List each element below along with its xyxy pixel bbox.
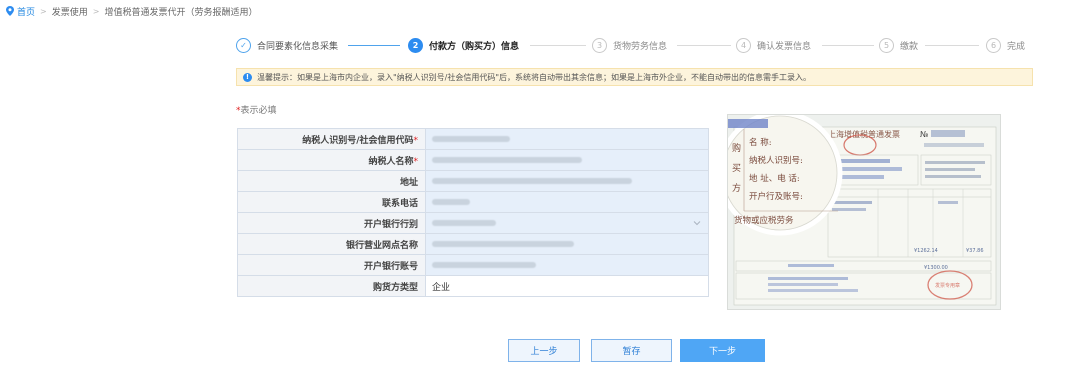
invoice-sample-image: 上海增值税普通发票 № ¥1262.14 ¥37.86 ¥1300.00 发票专… bbox=[727, 114, 1001, 310]
breadcrumb-separator-icon: > bbox=[40, 6, 47, 16]
invoice-title: 上海增值税普通发票 bbox=[828, 129, 900, 139]
step-label: 完成 bbox=[1007, 41, 1026, 52]
location-pin-icon bbox=[6, 6, 14, 16]
phone-field[interactable] bbox=[425, 191, 709, 213]
step-complete: 6 完成 bbox=[986, 36, 1025, 54]
form-row-bank-account: 开户银行账号 bbox=[237, 254, 709, 276]
bank-branch-field[interactable] bbox=[425, 233, 709, 255]
step-connector bbox=[677, 45, 731, 46]
chevron-down-icon bbox=[693, 221, 701, 226]
tax-id-field[interactable] bbox=[425, 128, 709, 150]
notice-bar: ! 温馨提示：如果是上海市内企业，录入"纳税人识别号/社会信用代码"后，系统将自… bbox=[236, 68, 1033, 86]
step-progress: ✓ 合同要素化信息采集 2 付款方（购买方）信息 3 货物劳务信息 4 确认发票… bbox=[236, 36, 1036, 54]
step-number: 3 bbox=[592, 37, 607, 53]
step-label: 货物劳务信息 bbox=[613, 41, 668, 52]
zoom-buyer-char-1: 购 bbox=[732, 142, 741, 154]
form-row-tax-id: 纳税人识别号/社会信用代码* bbox=[237, 128, 709, 150]
field-label: 开户银行账号 bbox=[237, 254, 426, 276]
zoom-line-account: 开户行及账号: bbox=[749, 191, 803, 202]
bank-type-select[interactable] bbox=[425, 212, 709, 234]
form-row-buyer-type: 购货方类型 企业 bbox=[237, 275, 709, 297]
buyer-type-value: 企业 bbox=[425, 275, 709, 297]
grand-total: ¥1300.00 bbox=[924, 265, 948, 271]
tax-total: ¥37.86 bbox=[966, 248, 984, 254]
notice-text: 温馨提示：如果是上海市内企业，录入"纳税人识别号/社会信用代码"后，系统将自动带… bbox=[257, 72, 812, 82]
address-field[interactable] bbox=[425, 170, 709, 192]
zoom-buyer-char-3: 方 bbox=[732, 182, 741, 194]
form-row-bank-branch: 银行营业网点名称 bbox=[237, 233, 709, 255]
invoice-illustration: 上海增值税普通发票 № ¥1262.14 ¥37.86 ¥1300.00 发票专… bbox=[728, 115, 1000, 309]
save-draft-button[interactable]: 暂存 bbox=[591, 339, 672, 362]
seller-seal-text: 发票专用章 bbox=[935, 282, 960, 289]
form-row-phone: 联系电话 bbox=[237, 191, 709, 213]
step-contract-info: ✓ 合同要素化信息采集 bbox=[236, 36, 338, 54]
step-label: 确认发票信息 bbox=[757, 41, 812, 52]
required-field-note: *表示必填 bbox=[236, 106, 277, 116]
field-label: 购货方类型 bbox=[237, 275, 426, 297]
zoom-line-taxid: 纳税人识别号: bbox=[749, 155, 803, 166]
field-label: 地址 bbox=[237, 170, 426, 192]
form-row-taxpayer-name: 纳税人名称* bbox=[237, 149, 709, 171]
info-icon: ! bbox=[243, 72, 252, 82]
breadcrumb-home-link[interactable]: 首页 bbox=[17, 5, 35, 18]
step-label: 缴款 bbox=[900, 41, 919, 52]
zoom-buyer-char-2: 买 bbox=[732, 163, 741, 174]
step-confirm-invoice: 4 确认发票信息 bbox=[736, 36, 811, 54]
invoice-number-label: № bbox=[920, 130, 929, 139]
field-label: 联系电话 bbox=[237, 191, 426, 213]
field-label: 纳税人识别号/社会信用代码* bbox=[237, 128, 426, 150]
step-payment: 5 缴款 bbox=[879, 36, 918, 54]
step-goods-info: 3 货物劳务信息 bbox=[592, 36, 667, 54]
field-label: 银行营业网点名称 bbox=[237, 233, 426, 255]
step-connector bbox=[348, 45, 400, 46]
taxpayer-name-field[interactable] bbox=[425, 149, 709, 171]
form-row-bank-type: 开户银行行别 bbox=[237, 212, 709, 234]
next-step-button[interactable]: 下一步 bbox=[680, 339, 765, 362]
breadcrumb-current-page: 增值税普通发票代开（劳务报酬适用） bbox=[104, 7, 258, 18]
step-check-icon: ✓ bbox=[236, 37, 251, 53]
step-number: 4 bbox=[736, 37, 751, 53]
step-number: 6 bbox=[986, 37, 1001, 53]
step-connector bbox=[822, 45, 874, 46]
buyer-info-form: 纳税人识别号/社会信用代码* 纳税人名称* 地址 联系电话 开户银行行别 银行营… bbox=[237, 128, 709, 297]
zoom-line-name: 名 称: bbox=[749, 137, 772, 148]
amount-total: ¥1262.14 bbox=[914, 248, 938, 254]
step-label: 付款方（购买方）信息 bbox=[429, 41, 520, 52]
step-label: 合同要素化信息采集 bbox=[257, 41, 339, 52]
breadcrumb-invoice-usage-link[interactable]: 发票使用 bbox=[52, 5, 88, 18]
zoom-footer: 货物或应税劳务 bbox=[734, 215, 794, 226]
step-connector bbox=[925, 45, 979, 46]
step-number: 5 bbox=[879, 37, 894, 53]
step-buyer-info: 2 付款方（购买方）信息 bbox=[408, 36, 519, 54]
form-row-address: 地址 bbox=[237, 170, 709, 192]
step-connector bbox=[530, 45, 586, 46]
step-number: 2 bbox=[408, 37, 423, 53]
breadcrumb-separator-icon: > bbox=[92, 6, 100, 16]
prev-step-button[interactable]: 上一步 bbox=[508, 339, 580, 362]
zoom-line-address: 地 址、电 话: bbox=[749, 173, 800, 184]
field-label: 纳税人名称* bbox=[237, 149, 426, 171]
field-label: 开户银行行别 bbox=[237, 212, 426, 234]
breadcrumb: 首页 > 发票使用 > 增值税普通发票代开（劳务报酬适用） bbox=[6, 4, 257, 18]
bank-account-field[interactable] bbox=[425, 254, 709, 276]
